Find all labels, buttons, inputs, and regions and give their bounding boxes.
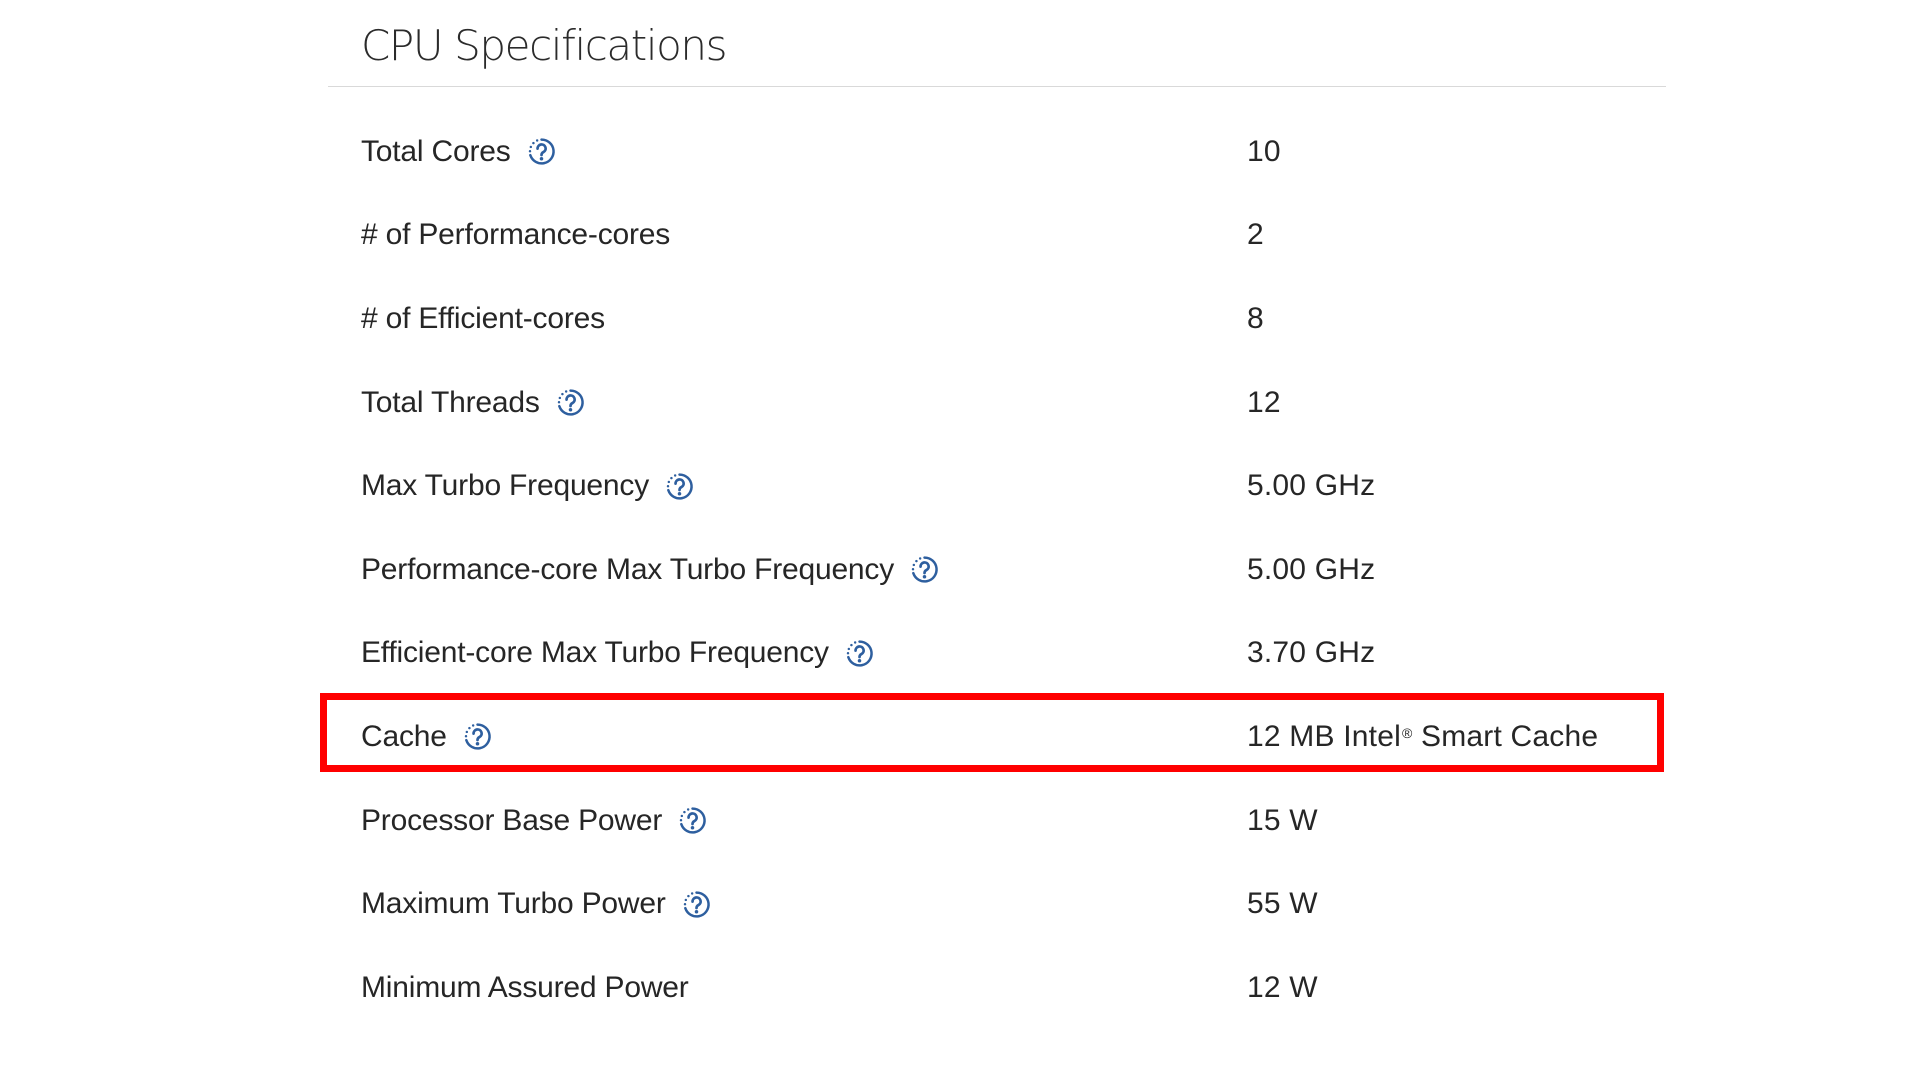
spec-value: 3.70 GHz	[1247, 636, 1376, 670]
spec-row-max-turbo-frequency: Max Turbo Frequency 5.00 GHz	[0, 444, 1920, 528]
spec-label: # of Efficient-cores	[361, 277, 605, 361]
spec-label-text: Maximum Turbo Power	[361, 887, 666, 921]
spec-row-maximum-turbo-power: Maximum Turbo Power 55 W	[0, 862, 1920, 946]
spec-label: # of Performance-cores	[361, 194, 670, 278]
spec-label: Maximum Turbo Power	[361, 862, 711, 946]
spec-label: Total Threads	[361, 361, 585, 445]
spec-label-text: Total Threads	[361, 385, 540, 419]
spec-label: Efficient-core Max Turbo Frequency	[361, 612, 874, 696]
spec-label-text: # of Performance-cores	[361, 218, 671, 252]
spec-label: Processor Base Power	[361, 779, 707, 863]
cache-value-suffix: Smart Cache	[1412, 719, 1599, 753]
spec-value: 5.00 GHz	[1247, 552, 1376, 586]
spec-value: 5.00 GHz	[1247, 469, 1376, 503]
spec-row-efficient-core-max-turbo-frequency: Efficient-core Max Turbo Frequency 3.70 …	[0, 612, 1920, 696]
help-icon[interactable]	[845, 639, 874, 668]
help-icon[interactable]	[678, 806, 707, 835]
spec-value: 8	[1247, 301, 1264, 335]
spec-label: Performance-core Max Turbo Frequency	[361, 528, 939, 612]
spec-label: Cache	[361, 695, 492, 779]
spec-row-total-threads: Total Threads 12	[0, 361, 1920, 445]
spec-value: 12 W	[1247, 970, 1318, 1004]
help-icon[interactable]	[682, 890, 711, 919]
help-icon[interactable]	[556, 388, 585, 417]
section-title: CPU Specifications	[361, 21, 727, 70]
spec-label-text: Cache	[361, 719, 447, 753]
section-divider	[328, 86, 1666, 87]
spec-label-text: Max Turbo Frequency	[361, 469, 649, 503]
spec-value: 15 W	[1247, 803, 1318, 837]
spec-label: Total Cores	[361, 110, 556, 194]
spec-row-cache: Cache 12 MB Intel ® Smart Cache	[0, 695, 1920, 779]
spec-value: 55 W	[1247, 887, 1318, 921]
spec-label-text: # of Efficient-cores	[361, 301, 605, 335]
spec-row-total-cores: Total Cores 10	[0, 110, 1920, 194]
spec-row-efficient-cores: # of Efficient-cores 8	[0, 277, 1920, 361]
spec-label-text: Efficient-core Max Turbo Frequency	[361, 636, 829, 670]
spec-label-text: Performance-core Max Turbo Frequency	[361, 552, 895, 586]
spec-label: Max Turbo Frequency	[361, 444, 694, 528]
spec-value: 12	[1247, 385, 1281, 419]
help-icon[interactable]	[910, 555, 939, 584]
spec-list: Total Cores 10 # of Performance-cores 2 …	[0, 110, 1920, 1030]
spec-label-text: Minimum Assured Power	[361, 970, 689, 1004]
spec-label-text: Total Cores	[361, 134, 511, 168]
spec-row-minimum-assured-power: Minimum Assured Power 12 W	[0, 946, 1920, 1030]
spec-label-text: Processor Base Power	[361, 803, 663, 837]
help-icon[interactable]	[665, 472, 694, 501]
spec-row-performance-cores: # of Performance-cores 2	[0, 194, 1920, 278]
spec-value: 2	[1247, 218, 1264, 252]
cache-value-main: 12 MB Intel	[1247, 719, 1401, 753]
spec-row-processor-base-power: Processor Base Power 15 W	[0, 779, 1920, 863]
spec-label: Minimum Assured Power	[361, 946, 689, 1030]
spec-value: 10	[1247, 134, 1281, 168]
spec-row-performance-core-max-turbo-frequency: Performance-core Max Turbo Frequency 5.0…	[0, 528, 1920, 612]
registered-trademark-mark: ®	[1401, 724, 1413, 741]
help-icon[interactable]	[527, 137, 556, 166]
spec-value: 12 MB Intel ® Smart Cache	[1247, 695, 1598, 779]
help-icon[interactable]	[463, 722, 492, 751]
